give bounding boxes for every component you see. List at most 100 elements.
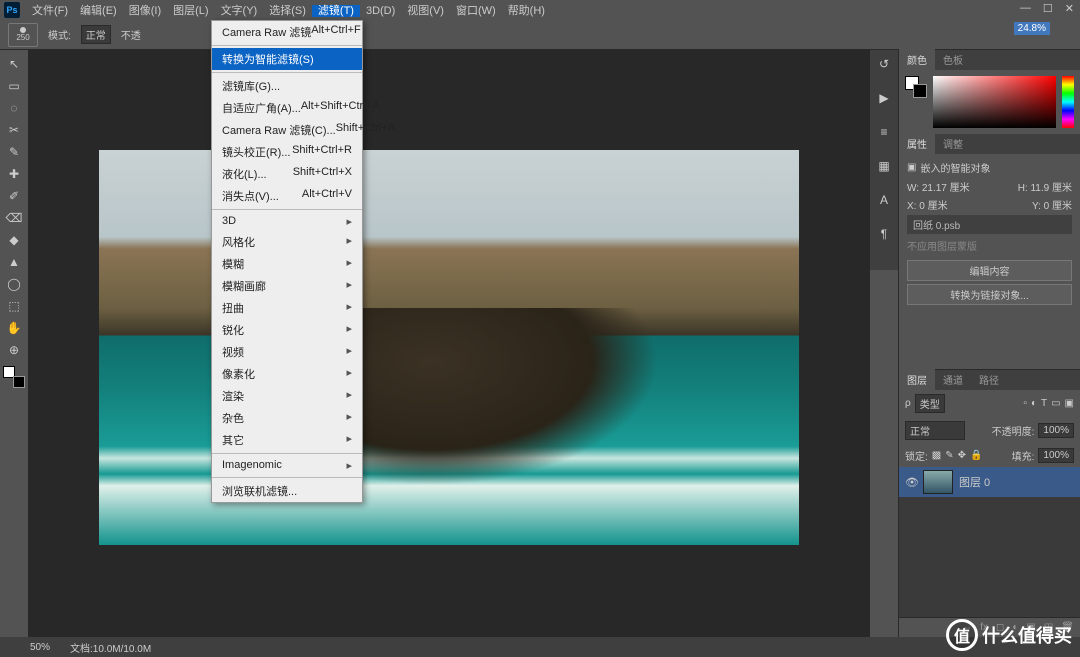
convert-linked-button[interactable]: 转换为链接对象... [907, 284, 1072, 305]
menu-item[interactable]: 模糊画廊▸ [212, 275, 362, 297]
tab-adjustments[interactable]: 调整 [935, 133, 971, 154]
menu-item[interactable]: 其它▸ [212, 429, 362, 451]
right-panels: 颜色 色板 属性 调整 ▣嵌入的智能对象 W: 21.17 厘米H: 11.9 … [898, 50, 1080, 637]
filter-image-icon[interactable]: ▫ [1023, 398, 1027, 409]
menu-item[interactable]: Camera Raw 滤镜(C)...Shift+Ctrl+A [212, 119, 362, 141]
opacity-input[interactable]: 100% [1038, 423, 1074, 438]
layers-panel: 图层 通道 路径 ρ类型 ▫ ◐ T ▭ ▣ 正常 不透明度:100% 锁定: … [899, 369, 1080, 637]
swatches-icon[interactable]: ▦ [873, 156, 895, 176]
fg-bg-swatches[interactable] [905, 76, 927, 98]
menu-1[interactable]: 编辑(E) [74, 5, 123, 17]
menu-item[interactable]: Camera Raw 滤镜Alt+Ctrl+F [212, 21, 362, 43]
tool-button[interactable]: ⊕ [3, 340, 25, 360]
tool-button[interactable]: ↖ [3, 54, 25, 74]
window-controls: — ☐ ✕ [1020, 2, 1074, 15]
lock-all-icon[interactable]: 🔒 [970, 450, 982, 461]
tool-button[interactable]: ▭ [3, 76, 25, 96]
tool-button[interactable]: ◆ [3, 230, 25, 250]
tool-button[interactable]: ◌ [3, 98, 25, 118]
menu-4[interactable]: 文字(Y) [215, 5, 264, 17]
menu-9[interactable]: 窗口(W) [450, 5, 502, 17]
filter-smart-icon[interactable]: ▣ [1065, 398, 1074, 409]
tool-button[interactable]: ✚ [3, 164, 25, 184]
menu-3[interactable]: 图层(L) [167, 5, 214, 17]
tool-button[interactable]: ◯ [3, 274, 25, 294]
layer-thumbnail[interactable] [923, 470, 953, 494]
tool-button[interactable]: ⬚ [3, 296, 25, 316]
watermark: 值 什么值得买 [946, 619, 1072, 651]
menu-item[interactable]: 转换为智能滤镜(S) [212, 48, 362, 70]
menu-item[interactable]: 消失点(V)...Alt+Ctrl+V [212, 185, 362, 207]
tab-paths[interactable]: 路径 [971, 369, 1007, 390]
menu-item[interactable]: 模糊▸ [212, 253, 362, 275]
menu-item[interactable]: 滤镜库(G)... [212, 75, 362, 97]
menu-item[interactable]: Imagenomic▸ [212, 456, 362, 475]
blend-mode-select[interactable]: 正常 [81, 25, 111, 44]
tab-color[interactable]: 颜色 [899, 49, 935, 70]
tab-channels[interactable]: 通道 [935, 369, 971, 390]
menu-2[interactable]: 图像(I) [123, 5, 167, 17]
menu-item[interactable]: 3D▸ [212, 212, 362, 231]
app-logo: Ps [4, 2, 20, 18]
hue-slider[interactable] [1062, 76, 1074, 128]
canvas-area[interactable] [28, 50, 870, 637]
filter-shape-icon[interactable]: ▭ [1051, 398, 1060, 409]
brushes-icon[interactable]: ≡ [873, 122, 895, 142]
filter-adjust-icon[interactable]: ◐ [1031, 398, 1037, 409]
menu-10[interactable]: 帮助(H) [502, 5, 551, 17]
tool-button[interactable]: ⌫ [3, 208, 25, 228]
tab-properties[interactable]: 属性 [899, 133, 935, 154]
tool-button[interactable]: ✐ [3, 186, 25, 206]
visibility-icon[interactable]: 👁 [905, 476, 917, 489]
menu-item[interactable]: 视频▸ [212, 341, 362, 363]
menu-item[interactable]: 渲染▸ [212, 385, 362, 407]
menu-6[interactable]: 滤镜(T) [312, 5, 360, 17]
menu-7[interactable]: 3D(D) [360, 5, 401, 17]
fg-bg-colors[interactable] [3, 366, 25, 388]
character-icon[interactable]: A [873, 190, 895, 210]
minimize-icon[interactable]: — [1020, 2, 1031, 15]
lock-transparency-icon[interactable]: ▩ [932, 450, 941, 461]
menu-item[interactable]: 杂色▸ [212, 407, 362, 429]
fill-input[interactable]: 100% [1038, 448, 1074, 463]
blend-mode-select[interactable]: 正常 [905, 421, 965, 440]
lock-brush-icon[interactable]: ✎ [945, 450, 953, 461]
color-field[interactable] [933, 76, 1056, 128]
maximize-icon[interactable]: ☐ [1043, 2, 1053, 15]
menu-item[interactable]: 镜头校正(R)...Shift+Ctrl+R [212, 141, 362, 163]
document-info[interactable]: 文档:10.0M/10.0M [70, 640, 151, 655]
paragraph-icon[interactable]: ¶ [873, 224, 895, 244]
menu-item[interactable]: 风格化▸ [212, 231, 362, 253]
menu-0[interactable]: 文件(F) [26, 5, 74, 17]
menu-5[interactable]: 选择(S) [263, 5, 312, 17]
brush-preview[interactable]: 250 [8, 23, 38, 47]
zoom-level[interactable]: 50% [30, 642, 50, 653]
smartobject-icon: ▣ [907, 162, 916, 173]
menu-item[interactable]: 液化(L)...Shift+Ctrl+X [212, 163, 362, 185]
menu-item[interactable]: 自适应广角(A)...Alt+Shift+Ctrl+A [212, 97, 362, 119]
tab-swatches[interactable]: 色板 [935, 49, 971, 70]
filter-type-icon[interactable]: T [1041, 398, 1047, 409]
properties-panel-tabs: 属性 调整 [899, 134, 1080, 154]
layers-empty-area [899, 497, 1080, 617]
close-icon[interactable]: ✕ [1065, 2, 1074, 15]
tool-button[interactable]: ✋ [3, 318, 25, 338]
tool-button[interactable]: ✂ [3, 120, 25, 140]
menu-item[interactable]: 浏览联机滤镜... [212, 480, 362, 502]
menu-bar: Ps 文件(F)编辑(E)图像(I)图层(L)文字(Y)选择(S)滤镜(T)3D… [0, 0, 1080, 20]
canvas-image [99, 150, 799, 545]
menu-item[interactable]: 扭曲▸ [212, 297, 362, 319]
lock-move-icon[interactable]: ✥ [958, 450, 966, 461]
menu-item[interactable]: 锐化▸ [212, 319, 362, 341]
edit-contents-button[interactable]: 编辑内容 [907, 260, 1072, 281]
layer-kind-select[interactable]: 类型 [915, 394, 945, 413]
play-icon[interactable]: ▶ [873, 88, 895, 108]
tools-panel: ↖▭◌✂✎✚✐⌫◆▲◯⬚✋⊕ [0, 50, 28, 637]
tool-button[interactable]: ▲ [3, 252, 25, 272]
tool-button[interactable]: ✎ [3, 142, 25, 162]
menu-item[interactable]: 像素化▸ [212, 363, 362, 385]
layer-row[interactable]: 👁 图层 0 [899, 467, 1080, 497]
menu-8[interactable]: 视图(V) [401, 5, 450, 17]
history-icon[interactable]: ↺ [873, 54, 895, 74]
tab-layers[interactable]: 图层 [899, 369, 935, 390]
